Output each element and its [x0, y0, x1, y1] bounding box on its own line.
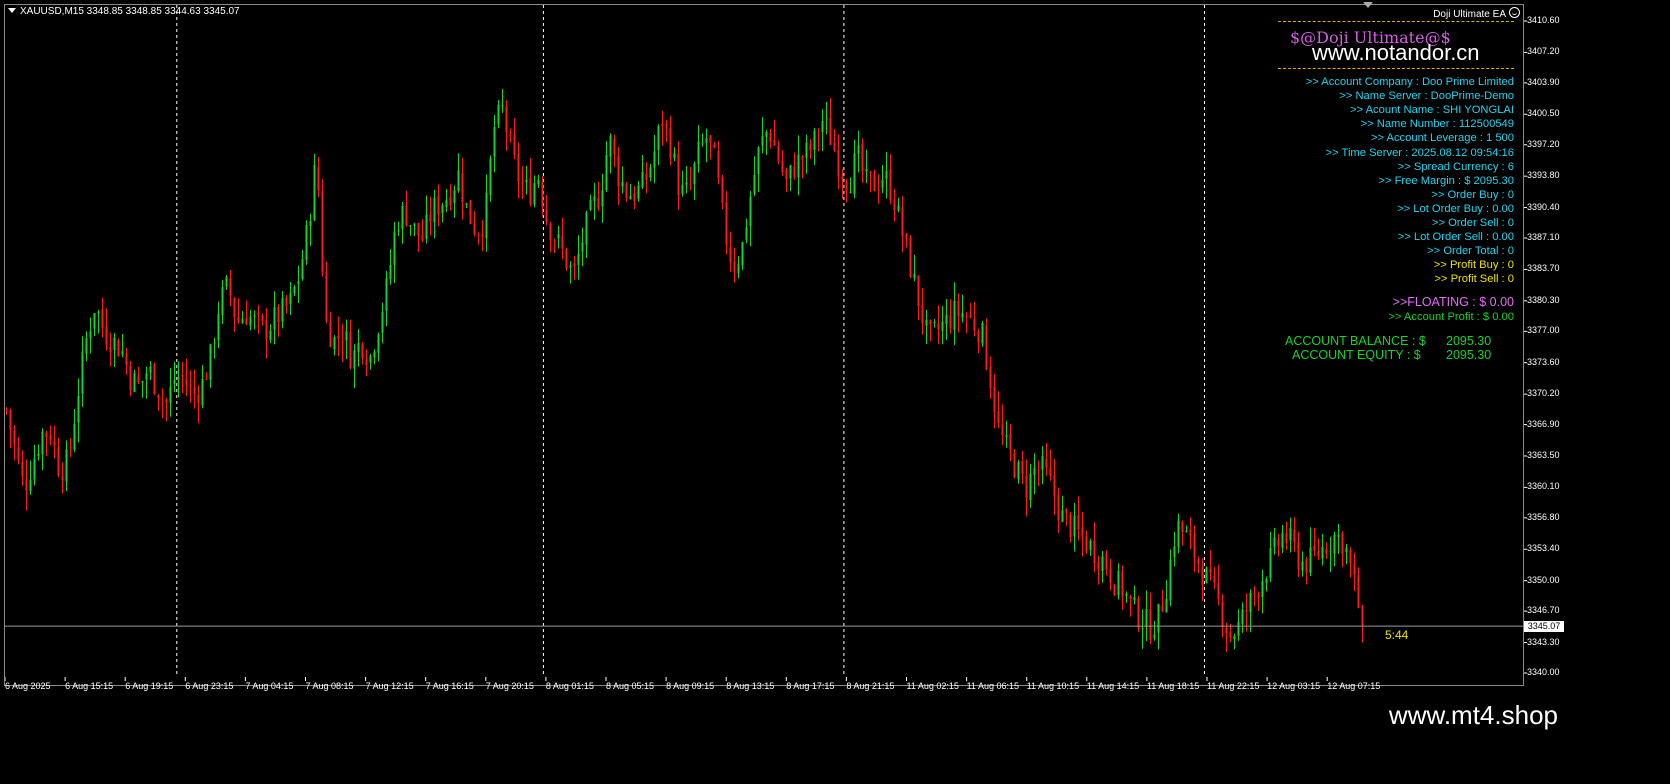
price-tick-label: 3393.80 [1527, 170, 1560, 181]
price-tick-label: 3390.40 [1527, 201, 1560, 212]
price-tick-label: 3370.20 [1527, 388, 1560, 399]
price-tick-label: 3346.70 [1527, 605, 1560, 616]
account-equity-value: 2095.30 [1446, 348, 1492, 362]
price-tick-label: 3366.90 [1527, 418, 1560, 429]
price-tick-label: 3343.30 [1527, 636, 1560, 647]
current-price-value: 3345.07 [1527, 620, 1561, 631]
account-profit-text: >> Account Profit : $ 0.00 [1388, 311, 1514, 323]
account-info-row: >> Lot Order Buy : 0.00 [1397, 202, 1514, 215]
time-tick-label: 11 Aug 06:15 [966, 681, 1019, 691]
price-tick-label: 3410.60 [1527, 15, 1560, 25]
one-click-trading-triangle-icon[interactable] [1363, 2, 1373, 8]
panel-title-divider [1278, 68, 1514, 69]
time-tick-label: 11 Aug 10:15 [1026, 681, 1080, 691]
time-tick-label: 8 Aug 01:15 [545, 681, 594, 691]
time-tick-label: 8 Aug 09:15 [666, 681, 715, 691]
price-tick-label: 3383.70 [1527, 263, 1560, 274]
ea-name-text: Doji Ultimate EA [1433, 9, 1506, 20]
floating-text: >>FLOATING : $ 0.00 [1392, 295, 1514, 309]
time-tick-label: 11 Aug 02:15 [906, 681, 959, 691]
dropdown-triangle-icon[interactable] [8, 8, 16, 13]
price-tick-label: 3373.60 [1527, 356, 1560, 367]
price-tick-label: 3387.10 [1527, 232, 1560, 243]
account-equity-label: ACCOUNT EQUITY : $ [1292, 348, 1421, 362]
time-tick-label: 6 Aug 2025 [5, 681, 51, 691]
time-tick-label: 12 Aug 07:15 [1327, 681, 1381, 691]
account-info-row: >> Time Server : 2025.08.12 09:54:16 [1325, 146, 1514, 159]
price-tick-label: 3380.30 [1527, 294, 1560, 305]
time-tick-label: 12 Aug 03:15 [1267, 681, 1321, 691]
time-tick-label: 8 Aug 17:15 [786, 681, 835, 691]
account-info-row: >> Account Company : Doo Prime Limited [1305, 76, 1514, 88]
time-tick-label: 7 Aug 04:15 [245, 681, 294, 691]
price-tick-label: 3340.00 [1527, 667, 1560, 677]
panel-top-divider [1278, 21, 1514, 22]
account-balance-label: ACCOUNT BALANCE : $ [1285, 334, 1426, 348]
time-tick-label: 11 Aug 18:15 [1146, 681, 1200, 691]
account-info-row: >> Free Margin : $ 2095.30 [1378, 174, 1514, 187]
price-tick-label: 3377.00 [1527, 325, 1560, 336]
time-tick-label: 6 Aug 15:15 [65, 681, 114, 691]
account-info-row: >> Lot Order Sell : 0.00 [1397, 231, 1514, 244]
account-info-row: >> Name Number : 112500549 [1360, 118, 1514, 131]
account-balance-value: 2095.30 [1446, 334, 1492, 348]
chart-window: XAUUSD,M15 3348.85 3348.85 3344.63 3345.… [0, 0, 1670, 784]
account-info-row: >> Acount Name : SHI YONGLAI [1350, 104, 1514, 117]
price-tick-label: 3360.10 [1527, 481, 1560, 492]
time-tick-label: 11 Aug 14:15 [1086, 681, 1140, 691]
time-tick-label: 8 Aug 21:15 [846, 681, 895, 691]
price-tick-label: 3350.00 [1527, 574, 1560, 585]
watermark-notandor: www.notandor.cn [1312, 40, 1480, 65]
expert-advisor-label[interactable]: Doji Ultimate EA [1433, 7, 1520, 20]
price-tick-label: 3356.80 [1527, 511, 1560, 522]
price-tick-label: 3363.50 [1527, 449, 1560, 460]
candle-countdown-timer: 5:44 [1385, 628, 1409, 642]
price-tick-label: 3397.20 [1527, 138, 1560, 149]
account-info-row: >> Profit Buy : 0 [1433, 259, 1514, 272]
time-tick-label: 7 Aug 12:15 [365, 681, 414, 691]
smiley-icon [1509, 7, 1520, 18]
time-tick-label: 7 Aug 08:15 [305, 681, 354, 691]
account-info-row: >> Order Total : 0 [1427, 245, 1514, 258]
current-price-label: 3345.07 [1524, 620, 1564, 632]
symbol-header[interactable]: XAUUSD,M15 3348.85 3348.85 3344.63 3345.… [8, 6, 240, 17]
account-info-row: >> Order Sell : 0 [1431, 217, 1514, 229]
time-tick-label: 7 Aug 16:15 [425, 681, 474, 691]
account-info-row: >> Spread Currency : 6 [1397, 160, 1514, 173]
account-info-row: >> Order Buy : 0 [1431, 188, 1514, 201]
time-tick-label: 6 Aug 23:15 [185, 681, 234, 691]
time-tick-label: 8 Aug 13:15 [726, 681, 775, 691]
account-info-row: >> Profit Sell : 0 [1434, 273, 1514, 286]
account-info-row: >> Account Leverage : 1 500 [1370, 132, 1514, 145]
account-info-row: >> Name Server : DooPrime-Demo [1339, 90, 1514, 103]
time-tick-label: 6 Aug 19:15 [125, 681, 174, 691]
time-tick-label: 7 Aug 20:15 [485, 681, 534, 691]
symbol-info-text: XAUUSD,M15 3348.85 3348.85 3344.63 3345.… [20, 6, 240, 17]
price-tick-label: 3353.40 [1527, 543, 1560, 554]
price-tick-label: 3403.90 [1527, 76, 1560, 87]
time-tick-label: 8 Aug 05:15 [606, 681, 655, 691]
price-tick-label: 3400.50 [1527, 108, 1560, 119]
price-tick-label: 3407.20 [1527, 46, 1560, 57]
watermark-mt4-shop: www.mt4.shop [1388, 700, 1558, 730]
time-tick-label: 11 Aug 22:15 [1207, 681, 1260, 691]
